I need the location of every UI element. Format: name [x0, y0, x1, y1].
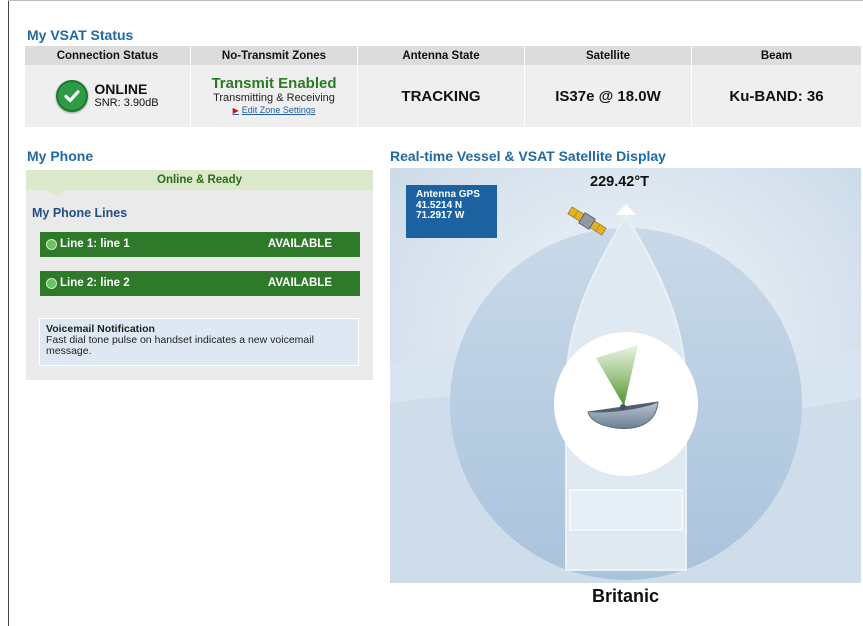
vessel-heading: 229.42°T: [590, 174, 650, 190]
voicemail-text: Fast dial tone pulse on handset indicate…: [46, 334, 314, 357]
phone-line-1[interactable]: Line 1: line 1 AVAILABLE: [40, 232, 360, 257]
header-satellite: Satellite: [524, 46, 691, 65]
voicemail-notification: Voicemail Notification Fast dial tone pu…: [39, 318, 359, 366]
status-dot-icon: [46, 239, 57, 250]
header-connection-status: Connection Status: [25, 46, 190, 65]
check-icon: [56, 80, 89, 112]
my-phone-title: My Phone: [27, 148, 94, 164]
header-no-transmit-zones: No-Transmit Zones: [190, 46, 357, 65]
phone-lines-title: My Phone Lines: [32, 206, 128, 220]
my-phone-panel: Online & Ready My Phone Lines Line 1: li…: [26, 170, 373, 380]
transmit-substatus: Transmitting & Receiving: [213, 92, 335, 104]
phone-ready-pointer: [48, 190, 66, 197]
vessel-satellite-display: 229.42°T Antenna GPS 41.5214 N 71.2917 W: [390, 168, 861, 583]
triangle-right-icon: ▶: [232, 106, 239, 115]
realtime-display-title: Real-time Vessel & VSAT Satellite Displa…: [390, 148, 666, 164]
status-dot-icon: [46, 278, 57, 289]
phone-line-name: Line 1: line 1: [60, 238, 130, 250]
vsat-status-title: My VSAT Status: [27, 27, 134, 43]
transmit-status: Transmit Enabled: [211, 75, 337, 92]
phone-line-status: AVAILABLE: [267, 238, 332, 250]
snr-value: SNR: 3.90dB: [94, 97, 159, 109]
vsat-status-section: My VSAT Status Connection Status No-Tran…: [25, 26, 861, 127]
header-beam: Beam: [691, 46, 861, 65]
window-border-top: [8, 0, 863, 1]
header-antenna-state: Antenna State: [357, 46, 524, 65]
phone-line-status: AVAILABLE: [267, 277, 332, 289]
satellite-value: IS37e @ 18.0W: [524, 65, 691, 127]
phone-ready-status: Online & Ready: [26, 170, 373, 190]
phone-line-name: Line 2: line 2: [60, 277, 130, 289]
beam-value: Ku-BAND: 36: [691, 65, 861, 127]
no-transmit-zones-cell: Transmit Enabled Transmitting & Receivin…: [190, 65, 357, 127]
antenna-state-value: TRACKING: [357, 65, 524, 127]
connection-status-cell: ONLINE SNR: 3.90dB: [25, 65, 190, 127]
edit-zone-settings-label: Edit Zone Settings: [241, 105, 316, 115]
vessel-name: Britanic: [591, 586, 660, 606]
phone-line-2[interactable]: Line 2: line 2 AVAILABLE: [40, 271, 360, 296]
connection-state: ONLINE: [94, 81, 148, 97]
antenna-gps-box: Antenna GPS 41.5214 N 71.2917 W: [406, 185, 497, 238]
window-border-left: [8, 0, 9, 626]
edit-zone-settings-link[interactable]: ▶ Edit Zone Settings: [191, 105, 357, 116]
gps-label: Antenna GPS: [416, 189, 480, 200]
vsat-status-table: Connection Status No-Transmit Zones Ante…: [25, 46, 861, 127]
gps-longitude: 71.2917 W: [416, 210, 465, 221]
